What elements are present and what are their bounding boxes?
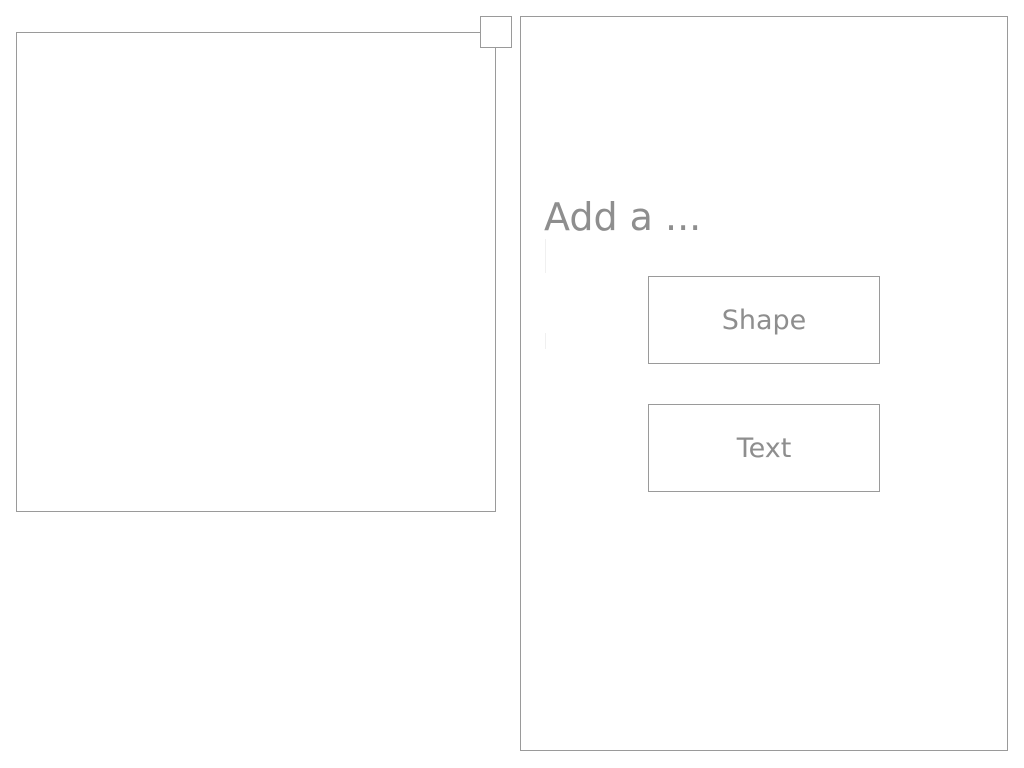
faint-divider xyxy=(545,333,546,349)
corner-handle[interactable] xyxy=(480,16,512,48)
faint-divider xyxy=(545,239,546,273)
add-panel: Add a ... Shape Text xyxy=(520,16,1008,751)
drawing-canvas[interactable] xyxy=(16,32,496,512)
add-text-button[interactable]: Text xyxy=(648,404,880,492)
panel-heading: Add a ... xyxy=(544,195,702,239)
add-shape-button[interactable]: Shape xyxy=(648,276,880,364)
